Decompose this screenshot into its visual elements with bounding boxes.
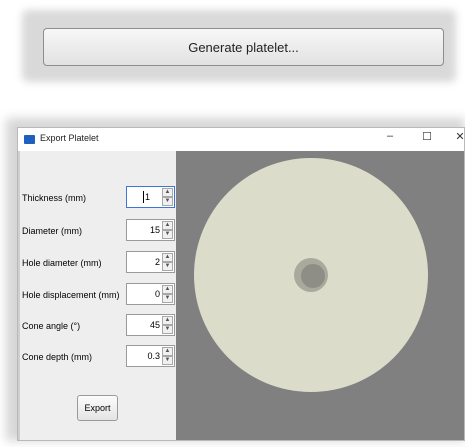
increment-arrow-icon[interactable]: ▲ [162,285,173,294]
hole-displacement-value[interactable]: 0 [155,289,160,299]
platelet-preview [176,151,464,440]
export-button[interactable]: Export [77,395,118,421]
decrement-arrow-icon[interactable]: ▼ [162,262,173,271]
increment-arrow-icon[interactable]: ▲ [162,347,173,356]
thickness-value[interactable]: 1 [145,192,150,202]
diameter-spinner[interactable]: 15 ▲ ▼ [126,219,175,241]
cone-angle-value[interactable]: 45 [150,320,160,330]
decrement-arrow-icon[interactable]: ▼ [162,197,173,206]
cone-angle-label: Cone angle (°) [22,321,81,331]
increment-arrow-icon[interactable]: ▲ [162,221,173,230]
diameter-label: Diameter (mm) [22,226,82,236]
decrement-arrow-icon[interactable]: ▼ [162,356,173,365]
minimize-icon[interactable]: – [380,130,400,142]
thickness-label: Thickness (mm) [22,193,87,203]
hole-diameter-spinner[interactable]: 2 ▲ ▼ [126,251,175,273]
parameter-panel: Thickness (mm) 1 ▲ ▼ Diameter (mm) 15 ▲ ▼ … [18,151,176,440]
increment-arrow-icon[interactable]: ▲ [162,188,173,197]
hole-displacement-spinner[interactable]: 0 ▲ ▼ [126,283,175,305]
increment-arrow-icon[interactable]: ▲ [162,253,173,262]
panel-edge [18,151,20,440]
hole-displacement-label: Hole displacement (mm) [22,290,120,300]
window-title: Export Platelet [40,133,99,143]
diameter-value[interactable]: 15 [150,225,160,235]
cone-depth-label: Cone depth (mm) [22,352,93,362]
hole-diameter-label: Hole diameter (mm) [22,258,102,268]
cone-depth-spinner[interactable]: 0.3 ▲ ▼ [126,345,175,367]
maximize-icon[interactable]: ☐ [417,130,437,143]
thickness-spinner[interactable]: 1 ▲ ▼ [126,186,175,208]
text-caret [143,191,144,203]
export-platelet-dialog: Export Platelet – ☐ ✕ Thickness (mm) 1 ▲… [17,127,465,441]
decrement-arrow-icon[interactable]: ▼ [162,294,173,303]
close-icon[interactable]: ✕ [450,130,465,143]
app-icon [24,135,35,144]
generate-platelet-button[interactable]: Generate platelet... [43,28,444,66]
decrement-arrow-icon[interactable]: ▼ [162,230,173,239]
center-hole [301,264,325,288]
hole-diameter-value[interactable]: 2 [155,257,160,267]
cone-depth-value[interactable]: 0.3 [147,351,160,361]
title-bar[interactable]: Export Platelet – ☐ ✕ [18,128,465,151]
platelet-render [194,158,428,392]
cone-angle-spinner[interactable]: 45 ▲ ▼ [126,314,175,336]
decrement-arrow-icon[interactable]: ▼ [162,325,173,334]
increment-arrow-icon[interactable]: ▲ [162,316,173,325]
